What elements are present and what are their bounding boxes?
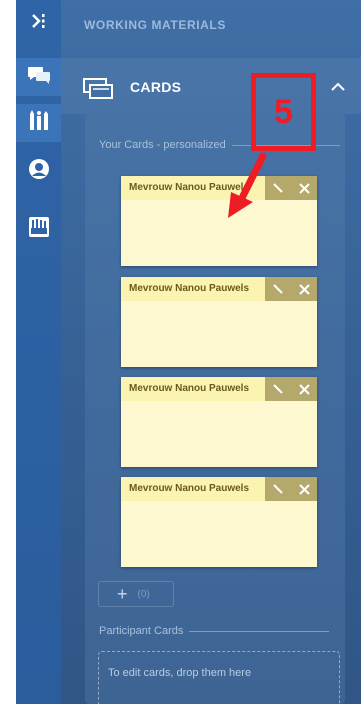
card[interactable]: Mevrouw Nanou Pauwels bbox=[121, 477, 317, 567]
add-card-button[interactable]: + (0) bbox=[98, 581, 174, 607]
card[interactable]: Mevrouw Nanou Pauwels bbox=[121, 176, 317, 266]
add-icon: + bbox=[117, 584, 128, 604]
cards-section-header[interactable]: CARDS bbox=[61, 58, 361, 114]
participant-cards-drop-zone[interactable]: To edit cards, drop them here bbox=[98, 651, 340, 711]
panel-title: WORKING MATERIALS bbox=[84, 18, 226, 32]
cards-icon bbox=[83, 78, 113, 105]
close-icon[interactable] bbox=[295, 179, 313, 197]
edit-icon[interactable] bbox=[269, 480, 287, 498]
chevron-up-icon[interactable] bbox=[330, 80, 346, 98]
participant-cards-label-text: Participant Cards bbox=[99, 625, 184, 637]
collapse-button[interactable] bbox=[16, 4, 61, 42]
close-icon[interactable] bbox=[295, 380, 313, 398]
cards-section-title: CARDS bbox=[130, 79, 182, 95]
step-annotation: 5 bbox=[251, 73, 316, 151]
close-icon[interactable] bbox=[295, 480, 313, 498]
close-icon[interactable] bbox=[295, 280, 313, 298]
step-number: 5 bbox=[274, 92, 293, 131]
edit-icon[interactable] bbox=[269, 380, 287, 398]
card-toolbar bbox=[265, 477, 317, 501]
card-count: (0) bbox=[137, 588, 150, 600]
card[interactable]: Mevrouw Nanou Pauwels bbox=[121, 377, 317, 467]
divider bbox=[189, 630, 330, 632]
annotation-arrow-icon bbox=[225, 152, 271, 229]
toolbox-icon bbox=[27, 215, 51, 244]
tools-button[interactable] bbox=[16, 104, 61, 142]
user-button[interactable] bbox=[16, 152, 61, 190]
card-name: Mevrouw Nanou Pauwels bbox=[129, 283, 250, 294]
card-header: Mevrouw Nanou Pauwels bbox=[121, 477, 317, 501]
your-cards-label-text: Your Cards - personalized bbox=[99, 139, 226, 151]
collapse-icon bbox=[29, 11, 49, 36]
chat-button[interactable] bbox=[16, 58, 61, 96]
card-header: Mevrouw Nanou Pauwels bbox=[121, 377, 317, 401]
card-toolbar bbox=[265, 176, 317, 200]
user-icon bbox=[28, 158, 50, 185]
edit-icon[interactable] bbox=[269, 179, 287, 197]
card-name: Mevrouw Nanou Pauwels bbox=[129, 483, 250, 494]
edit-icon[interactable] bbox=[269, 280, 287, 298]
icon-rail bbox=[16, 0, 61, 704]
card-toolbar bbox=[265, 377, 317, 401]
card-toolbar bbox=[265, 277, 317, 301]
participant-cards-label: Participant Cards bbox=[99, 625, 330, 637]
toolbox-button[interactable] bbox=[16, 210, 61, 248]
drop-hint: To edit cards, drop them here bbox=[108, 667, 252, 679]
chat-icon bbox=[27, 65, 51, 90]
card-header: Mevrouw Nanou Pauwels bbox=[121, 277, 317, 301]
tools-icon bbox=[28, 109, 50, 137]
card[interactable]: Mevrouw Nanou Pauwels bbox=[121, 277, 317, 367]
card-name: Mevrouw Nanou Pauwels bbox=[129, 383, 250, 394]
card-header: Mevrouw Nanou Pauwels bbox=[121, 176, 317, 200]
